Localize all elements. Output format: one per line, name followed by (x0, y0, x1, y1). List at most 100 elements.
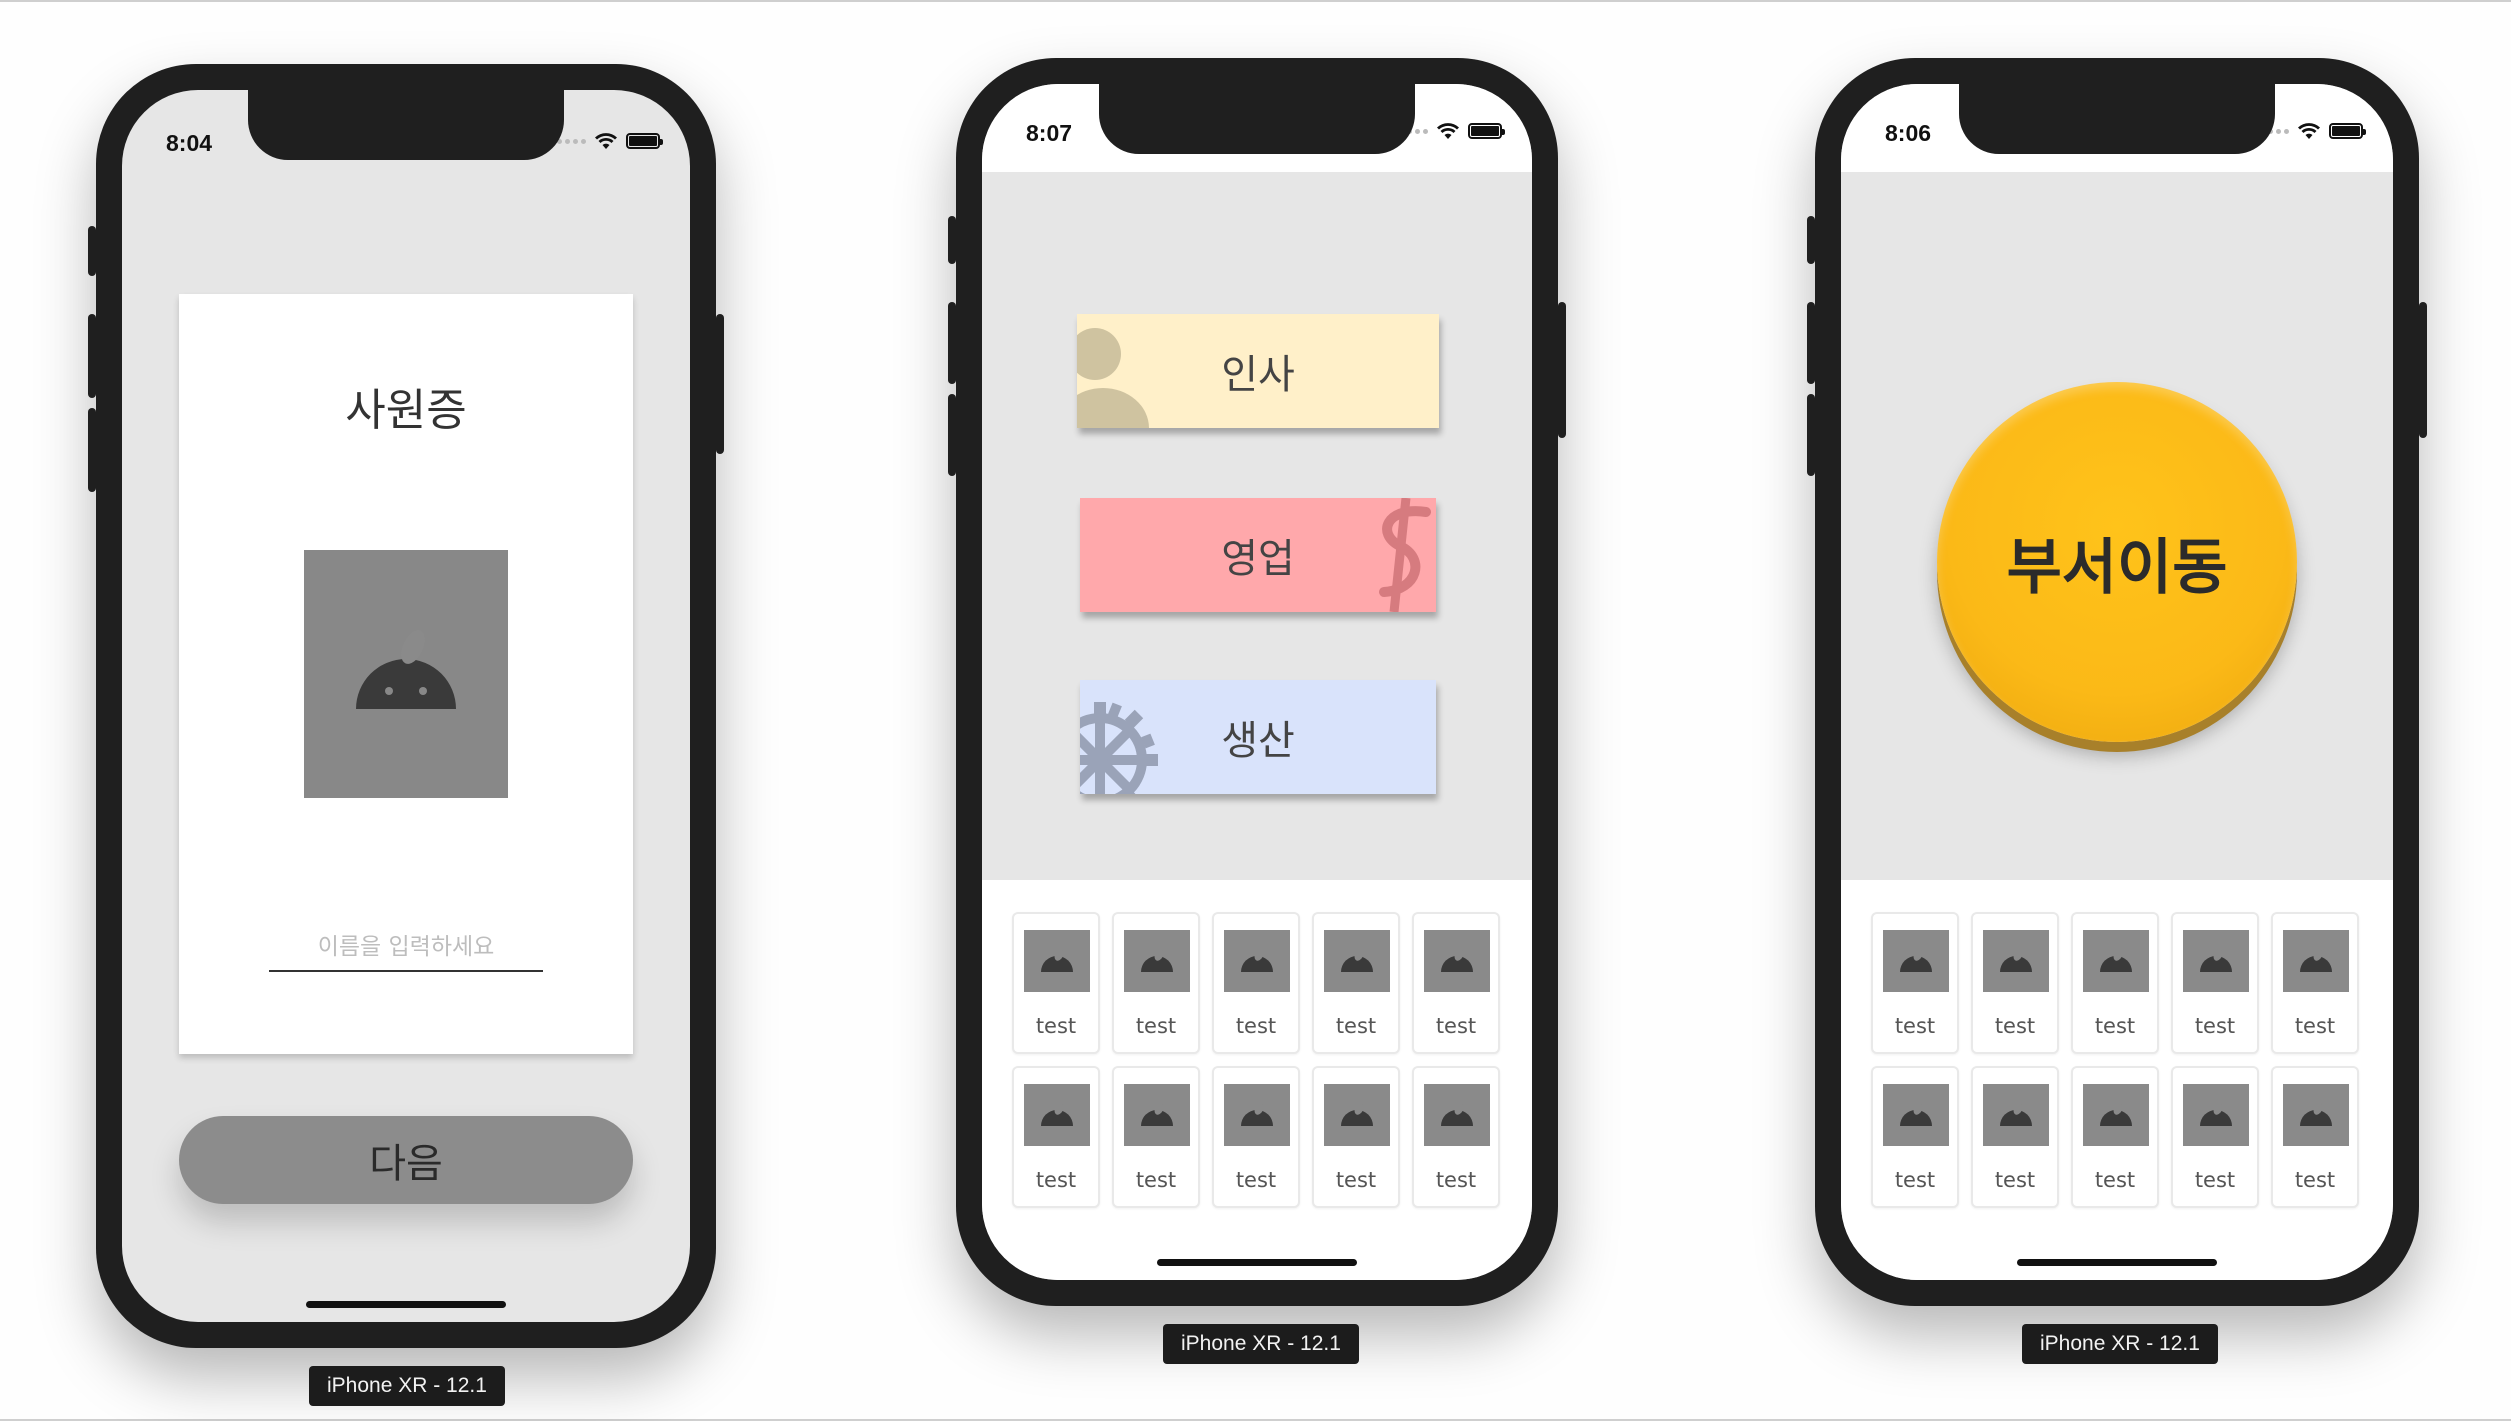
image-placeholder-icon (2183, 1084, 2249, 1146)
side-button (88, 226, 96, 276)
profile-photo-placeholder[interactable] (304, 550, 508, 798)
grid-tile[interactable]: test (2171, 912, 2259, 1054)
volume-down-button (88, 408, 96, 492)
tile-label: test (1994, 1168, 2036, 1192)
volume-down-button (948, 394, 956, 476)
grid-tile[interactable]: test (2071, 912, 2159, 1054)
grid-tile[interactable]: test (1112, 1066, 1200, 1208)
iphone-frame-1: 8:04 사원증 다음 (88, 64, 724, 1348)
tile-label: test (2294, 1168, 2336, 1192)
grid-tile[interactable]: test (2271, 1066, 2359, 1208)
transfer-button[interactable]: 부서이동 (1937, 382, 2297, 742)
name-input[interactable] (269, 924, 543, 972)
grid-tile[interactable]: test (1412, 912, 1500, 1054)
image-placeholder-icon (1983, 930, 2049, 992)
grid-tile[interactable]: test (1212, 912, 1300, 1054)
tile-label: test (1894, 1168, 1936, 1192)
notch (1959, 84, 2275, 154)
volume-up-button (948, 302, 956, 384)
grid-tile[interactable]: test (1312, 1066, 1400, 1208)
grid-tile[interactable]: test (1412, 1066, 1500, 1208)
item-grid: test test test test test test test test … (1871, 912, 2359, 1208)
id-card: 사원증 (179, 294, 633, 1054)
signal-icon (557, 138, 586, 144)
tile-label: test (1235, 1014, 1277, 1038)
image-placeholder-icon (2183, 930, 2249, 992)
tile-label: test (1994, 1014, 2036, 1038)
item-grid-area: test test test test test test test test … (982, 880, 1532, 1280)
simulator-canvas: 8:04 사원증 다음 (0, 0, 2511, 1421)
grid-tile[interactable]: test (1871, 912, 1959, 1054)
gear-icon (1080, 702, 1158, 794)
notch (1099, 84, 1415, 154)
side-button (948, 216, 956, 264)
tile-label: test (2194, 1168, 2236, 1192)
home-indicator (1157, 1259, 1357, 1266)
image-placeholder-icon (1324, 930, 1390, 992)
image-placeholder-icon (1124, 1084, 1190, 1146)
battery-icon (626, 133, 663, 149)
tile-label: test (2094, 1014, 2136, 1038)
grid-tile[interactable]: test (1112, 912, 1200, 1054)
dollar-icon (1379, 498, 1431, 612)
battery-icon (1468, 123, 1505, 139)
person-icon (1077, 328, 1149, 428)
status-time: 8:07 (1026, 120, 1073, 146)
grid-tile[interactable]: test (2271, 912, 2359, 1054)
grid-tile[interactable]: test (1012, 1066, 1100, 1208)
grid-tile[interactable]: test (1312, 912, 1400, 1054)
tile-label: test (1035, 1014, 1077, 1038)
device-label: iPhone XR - 12.1 (309, 1366, 505, 1406)
tile-label: test (1335, 1014, 1377, 1038)
volume-up-button (88, 314, 96, 398)
image-placeholder-icon (1224, 1084, 1290, 1146)
volume-up-button (1807, 302, 1815, 384)
notch (248, 90, 564, 160)
dept-button-production[interactable]: 생산 (1080, 680, 1436, 794)
side-button (1807, 216, 1815, 264)
image-placeholder-icon (1224, 930, 1290, 992)
device-label: iPhone XR - 12.1 (1163, 1324, 1359, 1364)
tile-label: test (2094, 1168, 2136, 1192)
grid-tile[interactable]: test (1212, 1066, 1300, 1208)
grid-tile[interactable]: test (2071, 1066, 2159, 1208)
screen: 8:04 사원증 다음 (122, 90, 690, 1322)
card-title: 사원증 (345, 385, 467, 436)
grid-tile[interactable]: test (1971, 912, 2059, 1054)
grid-tile[interactable]: test (2171, 1066, 2259, 1208)
image-placeholder-icon (1124, 930, 1190, 992)
home-indicator (2017, 1259, 2217, 1266)
status-time: 8:04 (166, 130, 213, 156)
tile-label: test (1435, 1014, 1477, 1038)
dept-label: 생산 (1221, 718, 1295, 764)
dept-label: 영업 (1221, 536, 1295, 582)
image-placeholder-icon (1883, 930, 1949, 992)
grid-tile[interactable]: test (1871, 1066, 1959, 1208)
wifi-icon (1437, 123, 1459, 139)
dept-button-hr[interactable]: 인사 (1077, 314, 1439, 428)
status-icons (557, 132, 663, 150)
tile-label: test (1235, 1168, 1277, 1192)
grid-tile[interactable]: test (1971, 1066, 2059, 1208)
dept-button-sales[interactable]: 영업 (1080, 498, 1436, 612)
next-button[interactable]: 다음 (179, 1116, 633, 1204)
tile-label: test (1035, 1168, 1077, 1192)
tile-label: test (1335, 1168, 1377, 1192)
grid-tile[interactable]: test (1012, 912, 1100, 1054)
tile-label: test (2294, 1014, 2336, 1038)
iphone-frame-3: 8:06 부서이동 test test test test test test … (1807, 58, 2427, 1306)
screen: 8:07 인사 영업 생산 test test test test test t… (982, 84, 1532, 1280)
tile-label: test (2194, 1014, 2236, 1038)
device-label: iPhone XR - 12.1 (2022, 1324, 2218, 1364)
status-icons (1399, 122, 1505, 140)
tile-label: test (1894, 1014, 1936, 1038)
image-placeholder-icon (1983, 1084, 2049, 1146)
image-placeholder-icon (2083, 1084, 2149, 1146)
home-indicator (306, 1301, 506, 1308)
status-time: 8:06 (1885, 120, 1932, 146)
item-grid-area: test test test test test test test test … (1841, 880, 2393, 1280)
image-placeholder-icon (1424, 1084, 1490, 1146)
image-placeholder-icon (2283, 930, 2349, 992)
tile-label: test (1435, 1168, 1477, 1192)
screen: 8:06 부서이동 test test test test test test … (1841, 84, 2393, 1280)
